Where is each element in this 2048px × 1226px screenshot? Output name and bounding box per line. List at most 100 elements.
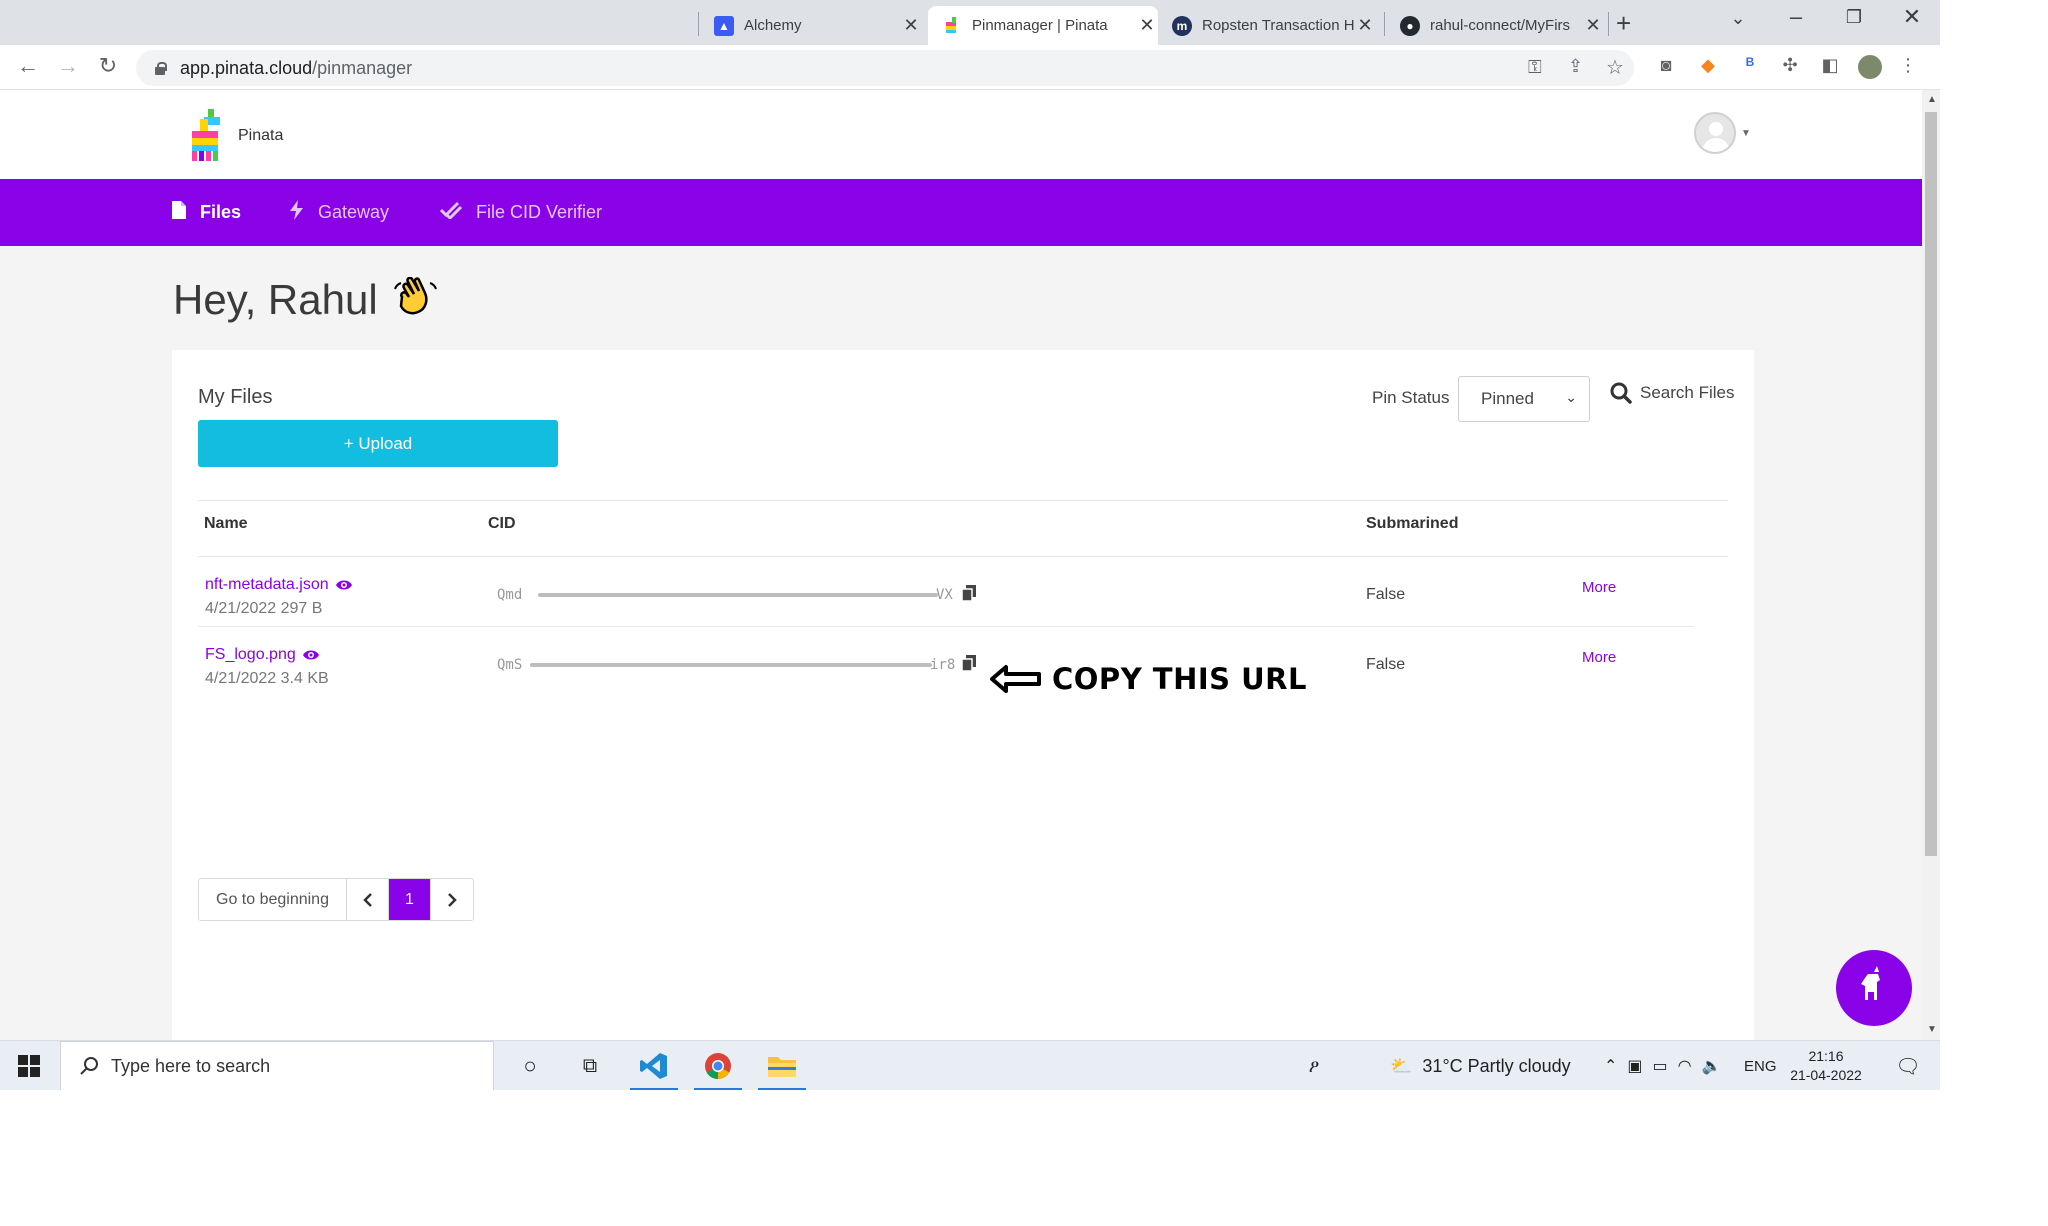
close-tab-icon[interactable]: ✕ [900, 15, 922, 36]
file-name-link[interactable]: nft-metadata.json [205, 576, 353, 594]
pinata-page: Pinata ▼ Files Gateway File CID Verifier… [0, 90, 1922, 1040]
new-tab-plus-icon[interactable]: + [1616, 8, 1631, 39]
url-path: /pinmanager [312, 57, 413, 78]
tab-alchemy[interactable]: ▲ Alchemy ✕ [708, 6, 922, 45]
file-name: nft-metadata.json [205, 576, 329, 593]
nav-gateway[interactable]: Gateway [290, 179, 389, 246]
tab-title: Alchemy [744, 17, 802, 34]
file-explorer-folder-icon[interactable] [754, 1041, 810, 1090]
tab-separator [698, 12, 699, 36]
minimize-icon[interactable]: – [1776, 4, 1816, 30]
llama-icon [1861, 966, 1880, 1000]
card-title: My Files [198, 386, 273, 408]
forward-arrow-icon[interactable]: → [54, 53, 82, 79]
notification-center-icon[interactable]: 🗨 [1888, 1041, 1928, 1090]
system-tray-icons[interactable]: ⌃ ▣ ▭ ◠ 🔈 [1604, 1041, 1732, 1090]
pinata-logo-icon[interactable] [186, 105, 226, 163]
tab-pinmanager[interactable]: Pinmanager | Pinata ✕ [928, 6, 1158, 45]
address-bar[interactable]: app.pinata.cloud/pinmanager ⚿ ⇪ ☆ [136, 50, 1634, 86]
etherscan-favicon-icon: m [1172, 15, 1192, 36]
windows-start-icon[interactable] [18, 1055, 40, 1077]
avatar-caret-icon[interactable]: ▼ [1741, 128, 1751, 139]
key-icon[interactable]: ⚿ [1528, 57, 1542, 78]
extension-b-icon[interactable]: B [1738, 55, 1762, 79]
files-card: My Files + Upload Pin Status Pinned ⌄ Se… [172, 350, 1754, 1040]
page-number-current[interactable]: 1 [389, 879, 431, 920]
close-tab-icon[interactable]: ✕ [1354, 15, 1376, 36]
volume-icon[interactable]: 🔈 [1702, 1056, 1732, 1076]
windows-taskbar: Type here to search ○ ⧉ ዖ ⛅ 31°C Partly … [0, 1040, 1940, 1090]
file-name-link[interactable]: FS_logo.png [205, 646, 320, 664]
restore-icon[interactable]: ❐ [1834, 7, 1874, 28]
side-panel-icon[interactable]: ◧ [1818, 55, 1842, 79]
extensions-puzzle-icon[interactable]: ✣ [1778, 55, 1802, 79]
browser-tab-strip: ▲ Alchemy ✕ Pinmanager | Pinata ✕ m Rops… [0, 0, 1940, 45]
eye-icon[interactable] [335, 579, 353, 591]
taskbar-search-placeholder: Type here to search [111, 1055, 271, 1076]
prev-page-chevron-left-icon[interactable] [347, 879, 389, 920]
weather-widget[interactable]: ⛅ 31°C Partly cloudy [1390, 1041, 1571, 1090]
battery-icon[interactable]: ▭ [1653, 1056, 1678, 1076]
chrome-icon[interactable] [690, 1041, 746, 1090]
more-link[interactable]: More [1582, 579, 1616, 596]
nav-label: Gateway [318, 202, 390, 222]
camera-icon[interactable]: ◙ [1654, 55, 1678, 79]
waving-hand-icon [392, 276, 438, 323]
wifi-icon[interactable]: ◠ [1678, 1056, 1702, 1076]
column-header-name: Name [204, 515, 248, 532]
meet-now-icon[interactable]: ▣ [1627, 1056, 1652, 1076]
people-search-icon[interactable]: ዖ [1286, 1041, 1342, 1090]
search-files-button[interactable]: Search Files [1610, 382, 1734, 404]
tab-ropsten[interactable]: m Ropsten Transaction H ✕ [1164, 6, 1376, 45]
tab-title: Ropsten Transaction H [1202, 17, 1354, 34]
search-icon [80, 1057, 98, 1075]
tab-title: Pinmanager | Pinata [972, 17, 1108, 34]
chevron-up-icon[interactable]: ⌃ [1604, 1056, 1627, 1076]
next-page-chevron-right-icon[interactable] [431, 879, 473, 920]
left-arrow-icon [990, 665, 1041, 693]
metamask-fox-icon[interactable]: ◆ [1696, 55, 1720, 79]
eye-icon[interactable] [302, 649, 320, 661]
taskbar-clock[interactable]: 21:16 21-04-2022 [1776, 1047, 1876, 1085]
column-header-cid: CID [488, 515, 516, 532]
language-indicator[interactable]: ENG [1744, 1041, 1777, 1090]
close-window-icon[interactable]: ✕ [1892, 4, 1932, 30]
cortana-circle-icon[interactable]: ○ [502, 1041, 558, 1090]
go-to-beginning-button[interactable]: Go to beginning [199, 879, 347, 920]
back-arrow-icon[interactable]: ← [14, 53, 42, 79]
copy-icon[interactable] [962, 585, 976, 601]
more-link[interactable]: More [1582, 649, 1616, 666]
share-icon[interactable]: ⇪ [1568, 56, 1583, 77]
nav-file-cid-verifier[interactable]: File CID Verifier [439, 179, 602, 246]
scroll-down-arrow-icon[interactable]: ▼ [1927, 1024, 1937, 1035]
copy-icon[interactable] [962, 655, 976, 671]
clock-time: 21:16 [1808, 1048, 1844, 1064]
pinata-help-fab[interactable] [1836, 950, 1912, 1026]
user-avatar[interactable] [1694, 112, 1736, 154]
tab-search-chevron-icon[interactable]: ⌄ [1718, 8, 1758, 29]
vscode-icon[interactable] [626, 1041, 682, 1090]
bookmark-star-icon[interactable]: ☆ [1606, 55, 1624, 80]
brand-name[interactable]: Pinata [238, 127, 283, 145]
profile-avatar-icon[interactable] [1858, 55, 1882, 79]
close-tab-icon[interactable]: ✕ [1582, 15, 1604, 36]
task-view-icon[interactable]: ⧉ [562, 1041, 618, 1090]
scrollbar-thumb[interactable] [1925, 112, 1937, 856]
pin-status-select[interactable]: Pinned ⌄ [1458, 376, 1590, 422]
file-name: FS_logo.png [205, 646, 296, 663]
tab-separator [1608, 12, 1609, 36]
reload-icon[interactable]: ↻ [94, 53, 122, 79]
upload-button[interactable]: + Upload [198, 420, 558, 467]
close-tab-icon[interactable]: ✕ [1136, 15, 1158, 36]
divider [198, 556, 1728, 557]
pin-status-label: Pin Status [1372, 388, 1450, 407]
weather-text: 31°C Partly cloudy [1422, 1055, 1571, 1076]
tab-github[interactable]: ● rahul-connect/MyFirs ✕ [1392, 6, 1604, 45]
annotation-text: COPY THIS URL [1052, 662, 1307, 696]
scroll-up-arrow-icon[interactable]: ▲ [1927, 94, 1937, 105]
bolt-icon [290, 200, 304, 225]
nav-files[interactable]: Files [172, 179, 241, 246]
taskbar-search-box[interactable]: Type here to search [60, 1041, 494, 1090]
page-scrollbar[interactable]: ▲ ▼ [1922, 90, 1940, 1040]
chrome-menu-kebab-icon[interactable]: ⋮ [1896, 55, 1920, 79]
